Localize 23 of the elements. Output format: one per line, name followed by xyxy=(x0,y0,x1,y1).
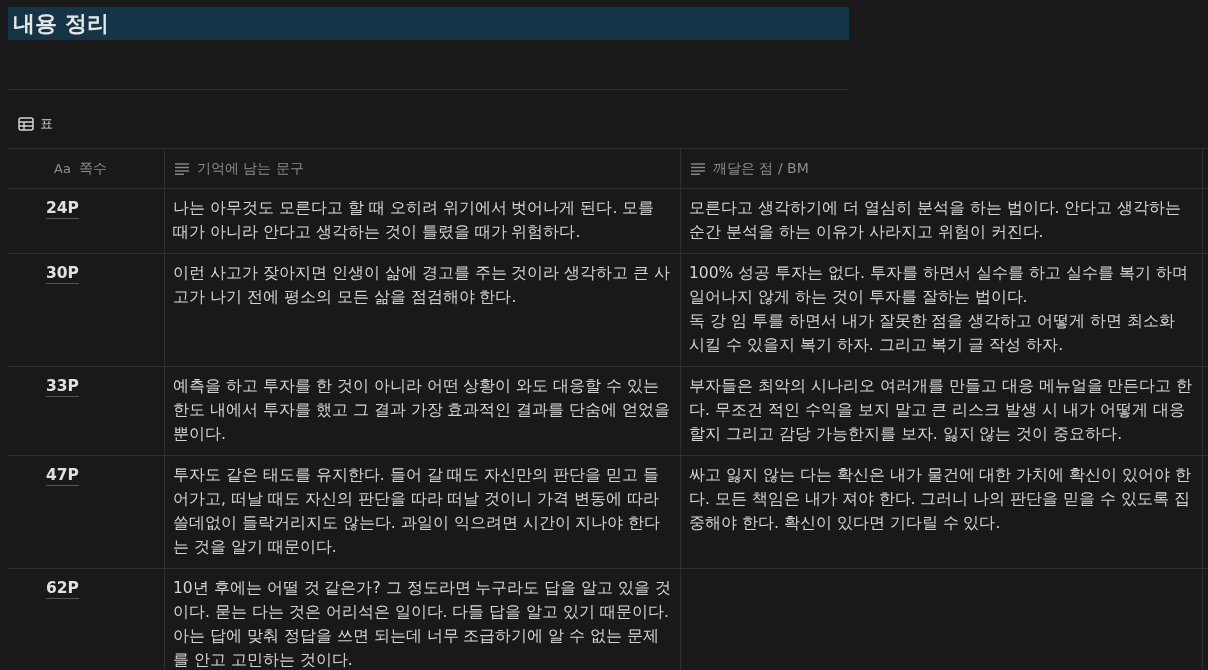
table-cell-text: 부자들은 최악의 시나리오 여러개를 만들고 대응 메뉴얼을 만든다고 한다. 무조건 적인 수익을 보지 말고 큰 리스크 발생 시 내가 어떻게 대응 할지 그리고 감당 가능한지를 보자. 잃지 않는 것이 중요하다. xyxy=(689,376,1194,445)
title-type-icon: Aa xyxy=(54,161,71,176)
table-cell-text: 나는 아무것도 모른다고 할 때 오히려 위기에서 벗어나게 된다. 모를 때가 아니라 안다고 생각하는 것이 틀렸을 때가 위험하다. xyxy=(173,198,656,243)
table-cell-text: 10년 후에는 어떨 것 같은가? 그 정도라면 누구라도 답을 알고 있을 것이다. 묻는 다는 것은 어리석은 일이다. 다들 답을 알고 있기 때문이다. 아는 답에 맞춰 정답을 쓰면 되는데 너무 조급하기에 알 수 없는 문제를 안고 고민하는 것이다. xyxy=(173,578,672,670)
table-cell-text: 싸고 잃지 않는 다는 확신은 내가 물건에 대한 가치에 확신이 있어야 한다. 모든 책임은 내가 져야 한다. 그러니 나의 판단을 믿을 수 있도록 집중해야 한다. 확신이 있다면 기다릴 수 있다. xyxy=(689,465,1193,534)
column-header[interactable]: 깨달은 점 / BM xyxy=(681,149,1203,189)
view-tab[interactable]: 표 xyxy=(18,114,53,134)
page-link[interactable]: 47P xyxy=(46,465,79,486)
column-header[interactable]: Aa 쪽수 xyxy=(8,149,165,189)
table-cell-text: 100% 성공 투자는 없다. 투자를 하면서 실수를 하고 실수를 복기 하며 일어나지 않게 하는 것이 투자를 잘하는 법이다. 독 강 임 투를 하면서 내가 잘못한 점을 생각하고 어떻게 하면 최소화 시킬 수 있을지 복기 하자. 그리고 복기 글 작성 하자. xyxy=(689,263,1189,356)
text-lines-icon xyxy=(691,162,705,175)
table-icon xyxy=(18,117,34,131)
column-header[interactable]: 기억에 남는 문구 xyxy=(165,149,681,189)
section-heading: 내용 정리 xyxy=(8,7,849,40)
page-link[interactable]: 33P xyxy=(46,376,79,397)
page-link[interactable]: 30P xyxy=(46,263,79,284)
table-cell-text: 예측을 하고 투자를 한 것이 아니라 어떤 상황이 와도 대응할 수 있는 한도 내에서 투자를 했고 그 결과 가장 효과적인 결과를 단숨에 얻었을 뿐이다. xyxy=(173,376,672,445)
table-cell-text: 모른다고 생각하기에 더 열심히 분석을 하는 법이다. 안다고 생각하는 순간 분석을 하는 이유가 사라지고 위험이 커진다. xyxy=(689,198,1183,243)
page-link[interactable]: 24P xyxy=(46,198,79,219)
table-cell-text: 투자도 같은 태도를 유지한다. 들어 갈 때도 자신만의 판단을 믿고 들어가고, 떠날 때도 자신의 판단을 따라 떠날 것이니 가격 변동에 따라 쓸데없이 들락거리지도 않는다. 과일이 익으려면 시간이 지나야 한다는 것을 알기 때문이다. xyxy=(173,465,662,558)
table-cell-text: 이런 사고가 잦아지면 인생이 삶에 경고를 주는 것이라 생각하고 큰 사고가 나기 전에 평소의 모든 삶을 점검해야 한다. xyxy=(173,263,672,308)
text-lines-icon xyxy=(175,162,189,175)
page-link[interactable]: 62P xyxy=(46,578,79,599)
